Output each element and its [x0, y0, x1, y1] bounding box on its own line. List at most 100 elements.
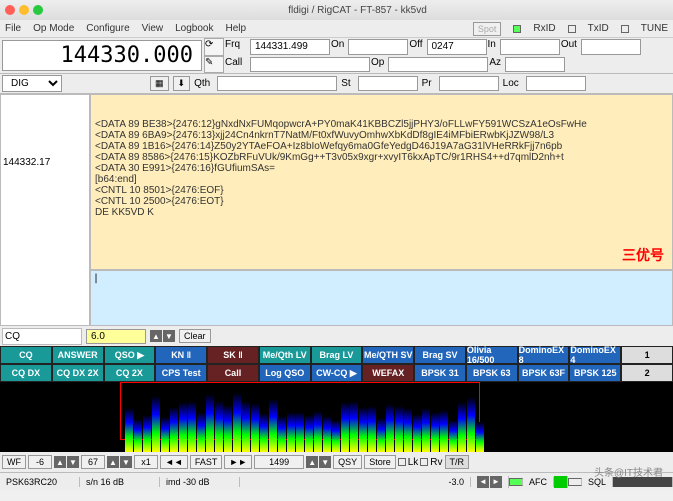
macro-log-qso[interactable]: Log QSO: [259, 364, 311, 382]
wf-amp[interactable]: 67: [81, 455, 105, 469]
sql-check[interactable]: [568, 478, 582, 486]
macro-cq-2x[interactable]: CQ 2X: [104, 364, 156, 382]
close-icon[interactable]: [5, 5, 15, 15]
macro-answer[interactable]: ANSWER: [52, 346, 104, 364]
macro-wefax[interactable]: WEFAX: [362, 364, 414, 382]
macro-cq-dx-2x[interactable]: CQ DX 2X: [52, 364, 104, 382]
off-input[interactable]: [427, 39, 487, 55]
menu-help[interactable]: Help: [226, 23, 247, 34]
frequency-display[interactable]: 144330.000: [2, 40, 202, 71]
wf-button[interactable]: WF: [2, 455, 26, 469]
afc-check[interactable]: [509, 478, 523, 486]
title-bar: fldigi / RigCAT - FT-857 - kk5vd: [0, 0, 673, 20]
lk-check[interactable]: [398, 458, 406, 466]
lvl-up-icon[interactable]: ▲: [150, 330, 162, 342]
frq-input[interactable]: [250, 39, 330, 55]
loc-input[interactable]: [526, 76, 586, 91]
macro-sk-[interactable]: SK ‖: [207, 346, 259, 364]
clear-button[interactable]: Clear: [179, 329, 211, 343]
rx-line: <DATA 89 6BA9>{2476:13}xjj24Cn4nkrnT7Nat…: [95, 130, 668, 141]
menu-file[interactable]: File: [5, 23, 21, 34]
menu-view[interactable]: View: [142, 23, 164, 34]
mode-select[interactable]: DIG: [2, 75, 62, 92]
level-input[interactable]: [86, 329, 146, 344]
macro-row-2[interactable]: 2: [621, 364, 673, 382]
call-input[interactable]: [250, 57, 370, 73]
status-pct: -3.0: [442, 477, 471, 487]
macro-dominoex-8[interactable]: DominoEX 8: [518, 346, 570, 364]
txid-check[interactable]: [568, 25, 576, 33]
tri-right-icon[interactable]: ►►: [224, 455, 252, 469]
macro-cps-test[interactable]: CPS Test: [155, 364, 207, 382]
menu-logbook[interactable]: Logbook: [175, 23, 213, 34]
macro-row-1[interactable]: 1: [621, 346, 673, 364]
rx-line: DE KK5VD K: [95, 207, 668, 218]
on-input[interactable]: [348, 39, 408, 55]
lvl-down-icon[interactable]: ▼: [163, 330, 175, 342]
right-icon[interactable]: ►: [490, 476, 502, 488]
macro-dominoex-4[interactable]: DominoEX 4: [569, 346, 621, 364]
macro-cq-dx[interactable]: CQ DX: [0, 364, 52, 382]
az-input[interactable]: [505, 57, 565, 73]
status-mode: PSK63RC20: [0, 477, 80, 487]
pr-input[interactable]: [439, 76, 499, 91]
cq-label: CQ: [2, 328, 82, 345]
rx-line: <DATA 89 BE38>{2476:12}gNxdNxFUMqopwcrA+…: [95, 119, 668, 130]
store-button[interactable]: Store: [364, 455, 396, 469]
tri-left-icon[interactable]: ◄◄: [160, 455, 188, 469]
rx-line: <CNTL 10 8501>{2476:EOF}: [95, 185, 668, 196]
mode-row: DIG ▦ ⬇ Qth St Pr Loc: [0, 74, 673, 94]
macro-olivia-16-500[interactable]: Olivia 16/500: [466, 346, 518, 364]
in-input[interactable]: [500, 39, 560, 55]
rx-text[interactable]: <DATA 89 BE38>{2476:12}gNxdNxFUMqopwcrA+…: [90, 94, 673, 270]
zoom-icon[interactable]: [33, 5, 43, 15]
menu-opmode[interactable]: Op Mode: [33, 23, 74, 34]
status-bar: PSK63RC20 s/n 16 dB imd -30 dB -3.0 ◄► A…: [0, 472, 673, 490]
macro-me-qth-lv[interactable]: Me/Qth LV: [259, 346, 311, 364]
watermark: 三优号: [622, 245, 664, 265]
menu-configure[interactable]: Configure: [86, 23, 129, 34]
minimize-icon[interactable]: [19, 5, 29, 15]
clear-log-icon[interactable]: ▦: [150, 76, 169, 91]
rx-line: <DATA 89 1B16>{2476:14}Z50y2YTAeFOA+Iz8b…: [95, 141, 668, 152]
wf-zoom[interactable]: x1: [134, 455, 158, 469]
op-input[interactable]: [388, 57, 488, 73]
rv-check[interactable]: [420, 458, 428, 466]
qth-input[interactable]: [217, 76, 337, 91]
refresh-icon[interactable]: ⟳: [204, 38, 224, 56]
macro-brag-lv[interactable]: Brag LV: [311, 346, 363, 364]
macro-bpsk-63f[interactable]: BPSK 63F: [518, 364, 570, 382]
wf-speed[interactable]: FAST: [190, 455, 223, 469]
wand-icon[interactable]: ✎: [204, 56, 224, 74]
macro-qso-[interactable]: QSO ▶: [104, 346, 156, 364]
macro-call[interactable]: Call: [207, 364, 259, 382]
waterfall-controls: WF -6 ▲▼ 67 ▲▼ x1 ◄◄ FAST ►► 1499 ▲▼ QSY…: [0, 452, 673, 472]
st-input[interactable]: [358, 76, 418, 91]
qsy-button[interactable]: QSY: [333, 455, 362, 469]
left-icon[interactable]: ◄: [477, 476, 489, 488]
macro-brag-sv[interactable]: Brag SV: [414, 346, 466, 364]
macro-bpsk-125[interactable]: BPSK 125: [569, 364, 621, 382]
wf-ref[interactable]: -6: [28, 455, 52, 469]
macro-kn-[interactable]: KN ‖: [155, 346, 207, 364]
tune-check[interactable]: [621, 25, 629, 33]
macro-bpsk-63[interactable]: BPSK 63: [466, 364, 518, 382]
wf-freq[interactable]: 1499: [254, 455, 304, 469]
channel-panel[interactable]: 144332.17: [0, 94, 90, 326]
rx-line: <DATA 89 8586>{2476:15}KOZbRFuVUk/9KmGg+…: [95, 152, 668, 163]
waterfall-display[interactable]: [0, 382, 673, 452]
rxid-check[interactable]: [513, 25, 521, 33]
out-input[interactable]: [581, 39, 641, 55]
rx-line: <CNTL 10 2500>{2476:EOT}: [95, 196, 668, 207]
window-title: fldigi / RigCAT - FT-857 - kk5vd: [47, 5, 668, 16]
tr-button[interactable]: T/R: [445, 455, 470, 469]
macro-bpsk-31[interactable]: BPSK 31: [414, 364, 466, 382]
spot-button[interactable]: Spot: [473, 22, 502, 36]
macro-me-qth-sv[interactable]: Me/QTH SV: [362, 346, 414, 364]
attribution: 头条@IT技术君: [594, 464, 663, 479]
macro-cw-cq-[interactable]: CW-CQ ▶: [311, 364, 363, 382]
macro-cq[interactable]: CQ: [0, 346, 52, 364]
save-log-icon[interactable]: ⬇: [173, 76, 191, 91]
tx-text[interactable]: |: [90, 270, 673, 326]
rx-line: <DATA 30 E991>{2476:16}fGUfiumSAs=: [95, 163, 668, 174]
